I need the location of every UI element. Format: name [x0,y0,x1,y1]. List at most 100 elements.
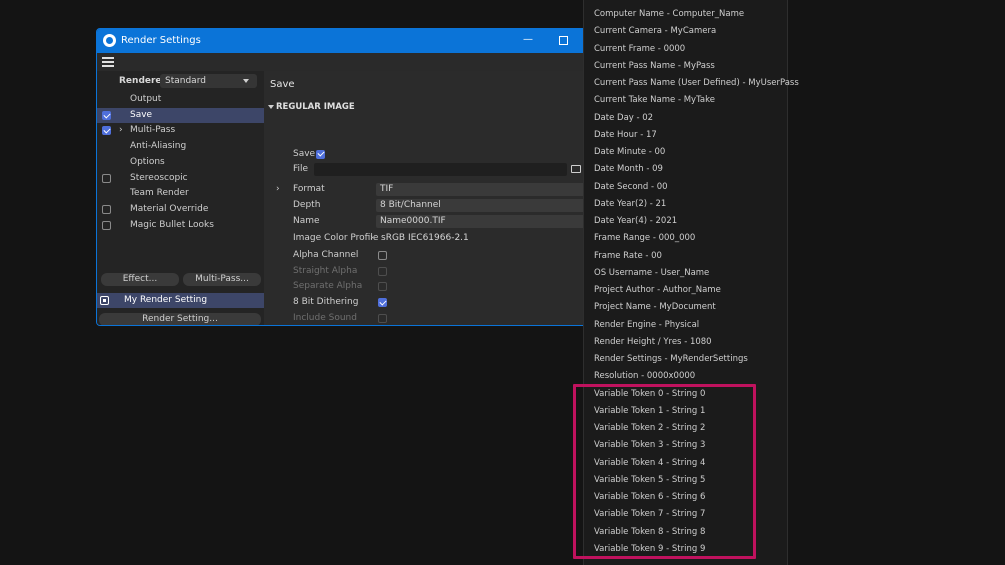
effect-button[interactable]: Effect... [101,273,179,286]
token-menu-item[interactable]: Current Take Name - MyTake [594,92,715,109]
color-profile-value[interactable]: sRGB IEC61966-2.1 [381,233,469,243]
color-profile-label: Image Color Profile [293,233,379,243]
sidebar-item-team-render[interactable]: Team Render [97,186,264,201]
option-row-straight-alpha: Straight Alpha [264,265,595,279]
token-menu-item[interactable]: Date Month - 09 [594,161,663,178]
token-menu-item[interactable]: Current Frame - 0000 [594,41,685,58]
token-menu-item[interactable]: Date Day - 02 [594,110,653,127]
section-title: Save [270,79,295,90]
sidebar-item-label: Output [130,94,162,104]
maximize-button[interactable] [556,33,570,47]
token-menu-item[interactable]: Render Height / Yres - 1080 [594,334,712,351]
sidebar-item-multi-pass[interactable]: › Multi-Pass [97,123,264,138]
token-menu-item[interactable]: Current Camera - MyCamera [594,23,716,40]
format-label: Format [293,184,325,194]
save-row: Save [264,148,595,162]
token-menu-item[interactable]: Current Pass Name (User Defined) - MyUse… [594,75,799,92]
file-row: File [264,163,595,177]
render-setting-label: My Render Setting [124,295,208,305]
left-panel: Renderer Standard Output Save › Multi-Pass A… [97,71,264,325]
option-checkbox [378,266,387,276]
variable-tokens-highlight [573,384,756,559]
depth-row: Depth 8 Bit/Channel [264,199,595,213]
hamburger-menu-icon[interactable] [102,57,114,67]
sidebar-item-save[interactable]: Save [97,107,264,123]
option-label: Alpha Channel [293,250,359,260]
color-profile-row: Image Color Profile › sRGB IEC61966-2.1 [264,232,595,246]
sidebar-checkbox[interactable] [102,220,111,230]
token-menu-item[interactable]: Resolution - 0000x0000 [594,368,695,385]
option-row-8-bit-dithering: 8 Bit Dithering [264,296,595,310]
token-menu-item[interactable]: Date Second - 00 [594,179,668,196]
token-menu-item[interactable]: Date Year(4) - 2021 [594,213,677,230]
name-row: Name Name0000.TIF [264,215,595,229]
token-menu-item[interactable]: Frame Range - 000_000 [594,230,695,247]
cinema4d-logo-icon [103,34,116,47]
sidebar-item-label: Team Render [130,188,189,199]
sidebar-item-label: Stereoscopic [130,172,188,183]
sidebar-item-label: Options [130,156,165,167]
sidebar-item-label: Material Override [130,203,209,214]
regular-image-group[interactable]: REGULAR IMAGE [268,102,355,112]
expand-arrow-icon[interactable]: › [119,123,123,138]
render-setting-button[interactable]: Render Setting... [99,313,261,325]
save-checkbox[interactable] [316,150,325,159]
token-menu-item[interactable]: Render Engine - Physical [594,317,699,334]
option-checkbox [378,282,387,292]
option-row-alpha-channel: Alpha Channel [264,249,595,263]
window-title: Render Settings [121,35,201,46]
file-path-input[interactable] [314,163,567,176]
name-dropdown[interactable]: Name0000.TIF [376,215,595,228]
token-menu-item[interactable]: Date Minute - 00 [594,144,665,161]
sidebar-item-material-override[interactable]: Material Override [97,202,264,217]
renderer-label: Renderer [119,76,166,86]
option-label: Straight Alpha [293,265,358,276]
sidebar-item-options[interactable]: Options [97,155,264,170]
token-menu-item[interactable]: Date Year(2) - 21 [594,196,666,213]
option-label: 8 Bit Dithering [293,297,359,308]
multipass-button[interactable]: Multi-Pass... [183,273,261,286]
option-label: Separate Alpha [293,281,363,292]
minimize-button[interactable]: — [521,33,535,47]
color-profile-expand-icon[interactable]: › [370,233,374,243]
sidebar-item-label: Magic Bullet Looks [130,219,214,230]
sidebar-item-stereoscopic[interactable]: Stereoscopic [97,171,264,186]
format-row: › Format TIF [264,183,595,197]
file-label: File [293,164,309,174]
render-setting-item[interactable]: My Render Setting [97,293,264,308]
sidebar-checkbox[interactable] [102,110,111,120]
render-setting-icon [100,296,109,305]
sidebar-checkbox[interactable] [102,126,111,136]
sidebar-item-label: Anti-Aliasing [130,141,187,152]
renderer-dropdown[interactable]: Standard [160,74,257,88]
token-menu-item[interactable]: OS Username - User_Name [594,265,709,282]
name-label: Name [293,216,320,226]
option-label: Include Sound [293,312,357,323]
format-expand-icon[interactable]: › [276,184,280,194]
token-menu-item[interactable]: Current Pass Name - MyPass [594,58,715,75]
sidebar-checkbox[interactable] [102,173,111,183]
render-settings-window: Render Settings — Renderer Standard Outp… [96,28,596,326]
token-menu-item[interactable]: Project Name - MyDocument [594,299,716,316]
folder-icon[interactable] [571,165,581,173]
option-checkbox[interactable] [378,251,387,260]
option-row-separate-alpha: Separate Alpha [264,280,595,294]
option-checkbox [378,313,387,323]
token-menu-item[interactable]: Render Settings - MyRenderSettings [594,351,748,368]
token-menu-item[interactable]: Computer Name - Computer_Name [594,6,744,23]
sidebar-checkbox[interactable] [102,204,111,214]
sidebar-item-output[interactable]: Output [97,92,264,107]
depth-dropdown[interactable]: 8 Bit/Channel [376,199,595,212]
token-menu-item[interactable]: Date Hour - 17 [594,127,657,144]
token-menu-item[interactable]: Project Author - Author_Name [594,282,721,299]
token-menu-item[interactable]: Frame Rate - 00 [594,248,662,265]
option-row-include-sound: Include Sound [264,312,595,325]
sidebar-item-anti-aliasing[interactable]: Anti-Aliasing [97,139,264,154]
format-dropdown[interactable]: TIF [376,183,595,196]
title-bar[interactable]: Render Settings — [97,29,595,53]
option-checkbox[interactable] [378,298,387,308]
sidebar-item-magic-bullet-looks[interactable]: Magic Bullet Looks [97,218,264,233]
save-label: Save [293,149,316,159]
sidebar-item-label: Save [130,109,153,120]
save-panel: Save REGULAR IMAGE Save File › Format TI… [264,71,595,325]
